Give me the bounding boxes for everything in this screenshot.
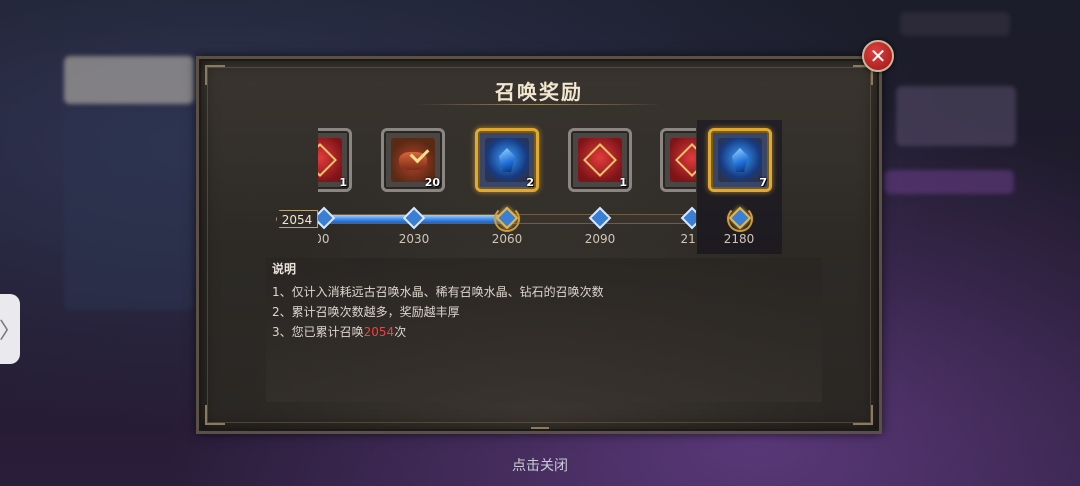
reward-item[interactable]: 1 — [318, 128, 352, 192]
tick-label: 2090 — [584, 232, 616, 246]
red-emblem-icon — [578, 138, 622, 182]
description-line-3-suffix: 次 — [394, 325, 407, 339]
chevron-right-icon: 〉 — [0, 319, 22, 344]
close-x-icon: ✕ — [869, 44, 887, 68]
tick-label: 212 — [680, 232, 696, 246]
close-button[interactable]: ✕ — [862, 40, 894, 72]
reward-item[interactable] — [660, 128, 696, 192]
background-bar-right — [884, 170, 1014, 194]
frame-corner — [205, 405, 225, 425]
side-expand-tab[interactable]: 〉 — [0, 294, 22, 364]
milestone-node — [318, 206, 336, 230]
background-panel-left — [64, 56, 194, 104]
featured-reward[interactable]: 7 2180 — [697, 120, 782, 254]
blue-crystal-icon — [485, 138, 529, 182]
title-divider — [416, 104, 662, 105]
dialog-title: 召唤奖励 — [495, 80, 583, 104]
reward-item[interactable]: 7 — [708, 128, 772, 192]
background-top-right — [900, 12, 1010, 36]
reward-track[interactable]: 1 20 2 1 000 2030 2060 2090 212 — [318, 120, 696, 254]
tap-to-close-button[interactable]: 点击关闭 — [440, 455, 640, 475]
description-line-2: 2、累计召唤次数越多，奖励越丰厚 — [272, 305, 460, 319]
tick-label: 000 — [318, 232, 330, 246]
description-line-3-prefix: 3、您已累计召唤 — [272, 325, 364, 339]
reward-item[interactable]: 2 — [475, 128, 539, 192]
current-count-tag: 2054 — [276, 210, 318, 228]
milestone-node — [588, 206, 612, 230]
summon-count-value: 2054 — [363, 325, 395, 339]
frame-bottom-ornament — [531, 419, 549, 429]
description-line-1: 1、仅计入消耗远古召唤水晶、稀有召唤水晶、钻石的召唤次数 — [272, 285, 604, 299]
red-emblem-icon — [670, 138, 696, 182]
tick-label: 2180 — [723, 232, 755, 246]
frame-corner — [853, 405, 873, 425]
milestone-node — [680, 206, 696, 230]
background-panel-right — [896, 86, 1016, 146]
blue-crystal-icon — [718, 138, 762, 182]
description-line-3: 3、您已累计召唤2054次 — [272, 323, 406, 340]
tick-label: 2030 — [398, 232, 430, 246]
tick-label: 2060 — [491, 232, 523, 246]
description-heading: 说明 — [272, 262, 297, 276]
background-list — [64, 110, 194, 310]
reward-item[interactable]: 20 — [381, 128, 445, 192]
reward-item[interactable]: 1 — [568, 128, 632, 192]
milestone-node — [402, 206, 426, 230]
